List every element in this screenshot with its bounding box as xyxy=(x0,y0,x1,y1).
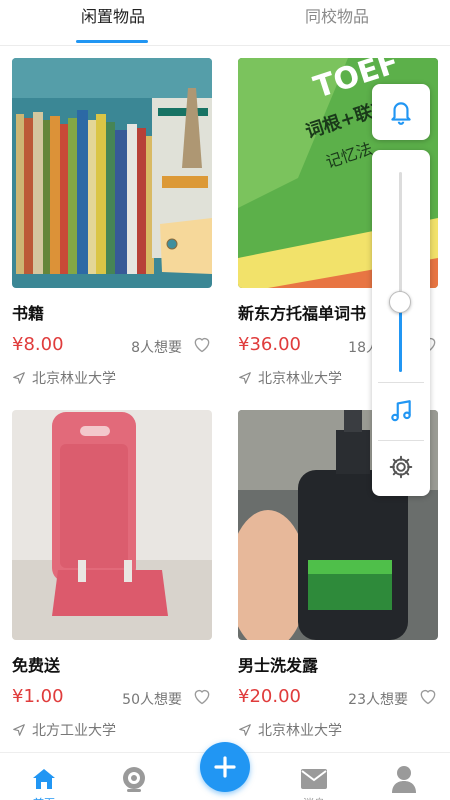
camera-icon xyxy=(123,767,145,792)
home-icon xyxy=(33,769,55,789)
tab-idle-items[interactable]: 闲置物品 xyxy=(60,0,166,44)
item-price: ¥36.00 xyxy=(238,334,301,355)
active-tab-indicator xyxy=(76,40,148,43)
location-arrow-icon xyxy=(239,372,251,384)
bell-icon xyxy=(391,102,411,125)
heart-icon[interactable] xyxy=(418,686,438,706)
add-button[interactable] xyxy=(200,742,250,792)
item-photo[interactable] xyxy=(12,410,212,640)
item-school: 北京林业大学 xyxy=(238,720,342,740)
top-tabs: 闲置物品 同校物品 xyxy=(0,0,450,46)
item-want-count: 50人想要 xyxy=(122,692,182,708)
mail-icon xyxy=(301,769,327,789)
divider xyxy=(378,440,424,441)
user-icon xyxy=(392,766,416,793)
nav-home[interactable]: 首页 xyxy=(14,753,74,800)
item-school: 北方工业大学 xyxy=(12,720,116,740)
item-want-count: 23人想要 xyxy=(348,692,408,708)
item-price: ¥1.00 xyxy=(12,686,64,707)
ringer-toggle[interactable] xyxy=(372,84,430,140)
item-price: ¥20.00 xyxy=(238,686,301,707)
location-arrow-icon xyxy=(13,724,25,736)
tab-same-school-items[interactable]: 同校物品 xyxy=(284,0,390,44)
nav-messages-label: 消息 xyxy=(284,795,344,800)
add-icon xyxy=(214,756,236,778)
item-school: 北京林业大学 xyxy=(12,368,116,388)
item-school: 北京林业大学 xyxy=(238,368,342,388)
location-arrow-icon xyxy=(239,724,251,736)
nav-camera[interactable] xyxy=(104,753,164,800)
divider xyxy=(378,382,424,383)
item-price: ¥8.00 xyxy=(12,334,64,355)
item-title: 书籍 xyxy=(12,304,45,323)
item-want-count: 8人想要 xyxy=(131,340,182,356)
music-note-icon[interactable] xyxy=(388,398,414,424)
volume-slider-knob[interactable] xyxy=(389,291,411,313)
gear-icon[interactable] xyxy=(388,454,414,480)
volume-panel xyxy=(372,150,430,496)
location-arrow-icon xyxy=(13,372,25,384)
item-title: 免费送 xyxy=(12,656,61,675)
heart-icon[interactable] xyxy=(192,686,212,706)
nav-home-label: 首页 xyxy=(14,795,74,800)
item-title: 新东方托福单词书 xyxy=(238,304,367,323)
item-title: 男士洗发露 xyxy=(238,656,319,675)
heart-icon[interactable] xyxy=(192,334,212,354)
item-photo[interactable] xyxy=(12,58,212,288)
nav-profile[interactable] xyxy=(374,753,434,800)
nav-messages[interactable]: 消息 xyxy=(284,753,344,800)
